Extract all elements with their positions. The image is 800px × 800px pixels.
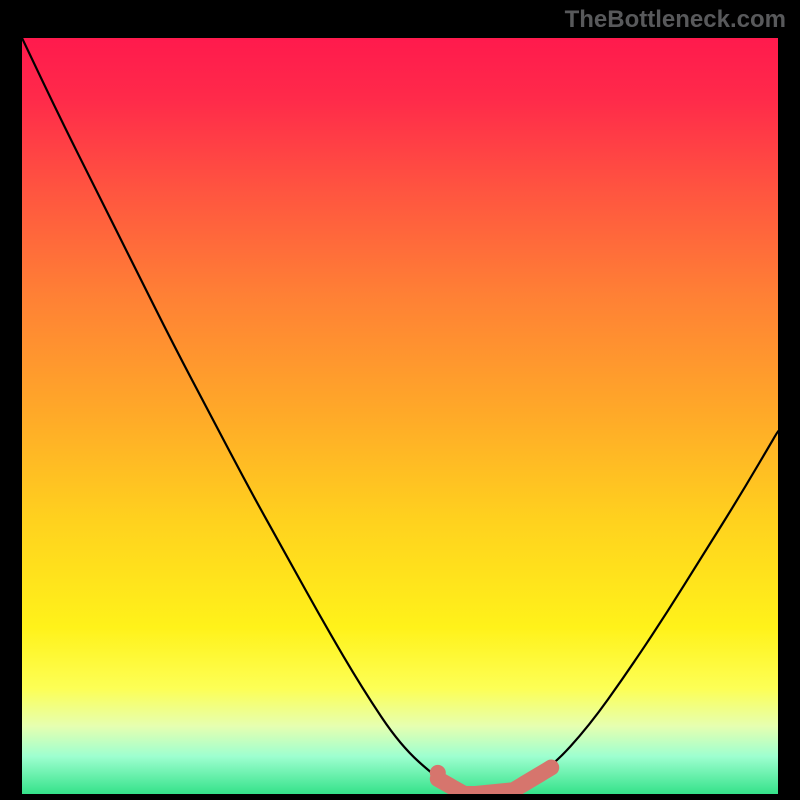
watermark-text: TheBottleneck.com (565, 6, 786, 34)
plot-area (22, 38, 778, 794)
chart-svg (22, 38, 778, 794)
chart-container: TheBottleneck.com (0, 0, 800, 800)
highlight-segment (438, 768, 551, 794)
highlight-start-dot (430, 765, 446, 781)
bottleneck-curve-path (22, 38, 778, 794)
